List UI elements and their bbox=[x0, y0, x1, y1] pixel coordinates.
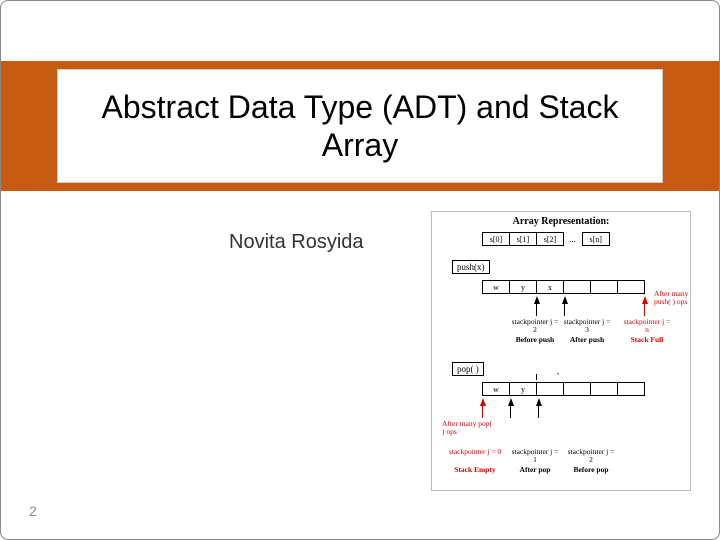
arrow-line bbox=[538, 406, 539, 418]
push-full-label: Stack Full bbox=[622, 336, 672, 344]
title-box: Abstract Data Type (ADT) and Stack Array bbox=[57, 69, 663, 183]
pop-before-label: Before pop bbox=[566, 466, 616, 474]
pop-after-label: After pop bbox=[510, 466, 560, 474]
arrow-up-icon bbox=[480, 398, 486, 406]
push-after-label: After push bbox=[562, 336, 612, 344]
array-cell: y bbox=[509, 280, 537, 294]
author-name: Novita Rosyida bbox=[229, 231, 364, 254]
push-full-note: After many push( ) ops bbox=[654, 290, 690, 307]
ellipsis-icon: ... bbox=[569, 234, 576, 244]
arrow-up-icon bbox=[508, 398, 514, 406]
push-before-sp: stackpointer j = 2 bbox=[510, 318, 560, 335]
push-label: push(x) bbox=[452, 260, 490, 274]
arrow-up-icon bbox=[642, 296, 648, 304]
arrow-line bbox=[536, 304, 537, 316]
array-cell bbox=[563, 280, 591, 294]
pop-empty-sp: stackpointer j = 0 bbox=[448, 448, 502, 456]
array-cell bbox=[590, 280, 618, 294]
array-cell bbox=[590, 382, 618, 396]
array-cell bbox=[617, 280, 645, 294]
array-cell bbox=[536, 382, 564, 396]
arrow-line bbox=[564, 304, 565, 316]
pop-before-sp: stackpointer j = 2 bbox=[566, 448, 616, 465]
array-cell: w bbox=[482, 382, 510, 396]
index-cell: s[1] bbox=[509, 232, 537, 246]
index-cell: s[2] bbox=[536, 232, 564, 246]
push-array-row: w y x bbox=[482, 280, 644, 294]
array-cell: x bbox=[536, 280, 564, 294]
pop-empty-label: Stack Empty bbox=[448, 466, 502, 474]
array-cell: w bbox=[482, 280, 510, 294]
pop-after-sp: stackpointer j = 1 bbox=[510, 448, 560, 465]
array-cell: y bbox=[509, 382, 537, 396]
pop-line bbox=[536, 374, 537, 380]
push-after-sp: stackpointer j = 3 bbox=[562, 318, 612, 335]
slide-frame: Abstract Data Type (ADT) and Stack Array… bbox=[0, 0, 720, 540]
slide-title: Abstract Data Type (ADT) and Stack Array bbox=[78, 88, 642, 165]
array-cell bbox=[617, 382, 645, 396]
pop-array-row: w y bbox=[482, 382, 644, 396]
push-full-sp: stackpointer j = n bbox=[622, 318, 672, 335]
index-cell: s[n] bbox=[582, 232, 610, 246]
diagram-title: Array Representation: bbox=[432, 216, 690, 227]
arrow-up-icon bbox=[534, 296, 540, 304]
arrow-up-icon bbox=[562, 296, 568, 304]
pop-label: pop( ) bbox=[452, 362, 484, 376]
push-before-label: Before push bbox=[510, 336, 560, 344]
array-representation-diagram: Array Representation: s[0] s[1] s[2] ...… bbox=[431, 211, 691, 491]
pop-empty-note: After many pop( ) ops bbox=[442, 420, 492, 437]
arrow-up-icon bbox=[536, 398, 542, 406]
array-cell bbox=[563, 382, 591, 396]
popped-dot: • bbox=[557, 372, 559, 378]
page-number: 2 bbox=[29, 503, 37, 519]
arrow-line bbox=[644, 304, 645, 316]
arrow-line bbox=[482, 406, 483, 418]
index-row: s[0] s[1] s[2] ... s[n] bbox=[482, 230, 670, 248]
arrow-line bbox=[510, 406, 511, 418]
index-cell: s[0] bbox=[482, 232, 510, 246]
